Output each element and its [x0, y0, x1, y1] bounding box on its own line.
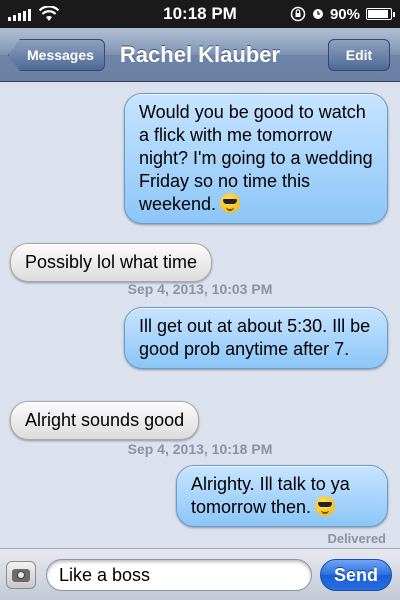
nav-bar: Messages Rachel Klauber Edit	[0, 28, 400, 82]
status-bar: 10:18 PM 90%	[0, 0, 400, 28]
battery-percent: 90%	[329, 5, 360, 23]
camera-icon	[12, 568, 30, 582]
back-button[interactable]: Messages	[8, 39, 105, 71]
message-text: Ill get out at about 5:30. Ill be good p…	[139, 316, 371, 359]
message-text: Possibly lol what time	[25, 252, 198, 272]
incoming-message[interactable]: Alright sounds good	[10, 401, 200, 440]
outgoing-message[interactable]: Alrighty. Ill talk to ya tomorrow then.	[176, 465, 388, 527]
send-button[interactable]: Send	[320, 559, 392, 591]
conversation-title: Rachel Klauber	[119, 41, 281, 67]
message-input[interactable]	[46, 559, 312, 591]
message-timestamp: Sep 4, 2013, 10:03 PM	[127, 281, 273, 297]
message-thread[interactable]: Would you be good to watch a flick with …	[0, 83, 400, 546]
message-text: Would you be good to watch a flick with …	[139, 102, 373, 214]
sunglasses-emoji-icon	[220, 193, 241, 213]
delivered-status: Delivered	[327, 531, 386, 546]
edit-button[interactable]: Edit	[328, 39, 390, 71]
outgoing-message[interactable]: Would you be good to watch a flick with …	[124, 93, 388, 224]
battery-fill	[368, 10, 388, 18]
wifi-icon	[39, 6, 59, 21]
message-text: Alright sounds good	[25, 410, 185, 430]
incoming-message[interactable]: Possibly lol what time	[10, 243, 213, 282]
message-timestamp: Sep 4, 2013, 10:18 PM	[127, 441, 273, 457]
signal-strength-icon	[8, 7, 31, 21]
alarm-icon	[312, 9, 323, 19]
outgoing-message[interactable]: Ill get out at about 5:30. Ill be good p…	[124, 307, 388, 369]
message-composer: Send	[0, 548, 400, 600]
sunglasses-emoji-icon	[315, 496, 336, 516]
camera-button[interactable]	[6, 561, 36, 589]
rotation-lock-icon	[290, 6, 306, 22]
battery-icon	[366, 8, 395, 20]
